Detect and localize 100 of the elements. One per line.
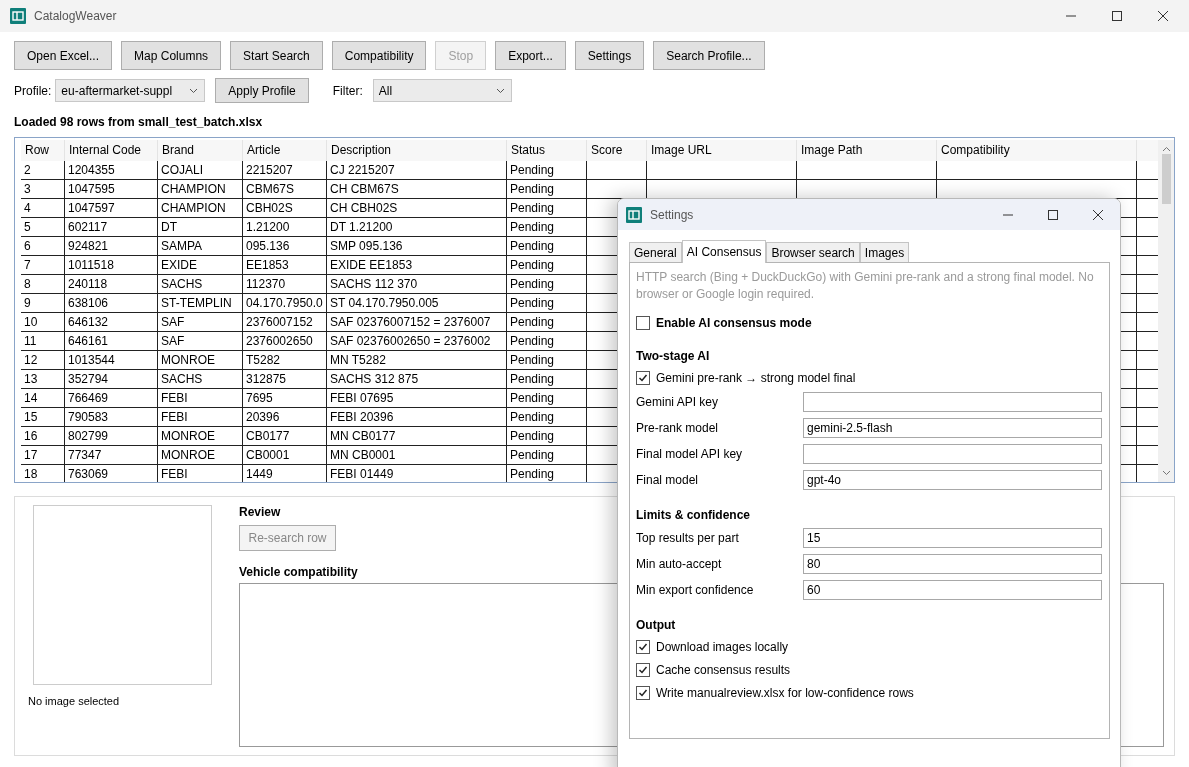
table-cell: 352794	[65, 370, 158, 388]
scroll-down-icon[interactable]	[1161, 470, 1171, 476]
table-cell: SACHS 312 875	[327, 370, 507, 388]
toolbar-button[interactable]: Start Search	[230, 41, 323, 70]
scroll-up-icon[interactable]	[1161, 146, 1171, 152]
app-icon	[10, 8, 26, 24]
table-cell: 1449	[243, 465, 327, 482]
field-label: Top results per part	[636, 531, 740, 545]
checkbox-label[interactable]: Cache consensus results	[656, 662, 791, 677]
toolbar-button[interactable]: Open Excel...	[14, 41, 113, 70]
table-cell: 10	[21, 313, 65, 331]
checkbox[interactable]	[636, 662, 650, 677]
maximize-icon[interactable]	[1047, 208, 1059, 221]
tab[interactable]: Images	[859, 242, 910, 262]
column-header[interactable]: Brand	[158, 140, 243, 161]
input-field[interactable]	[803, 444, 1102, 464]
table-cell: 7	[21, 256, 65, 274]
column-header[interactable]: Article	[243, 140, 327, 161]
column-header[interactable]: Compatibility	[937, 140, 1137, 161]
checkbox[interactable]	[636, 685, 650, 700]
field-label: Min auto-accept	[636, 557, 723, 571]
toolbar-button[interactable]: Search Profile...	[653, 41, 765, 70]
caret-icon	[495, 87, 505, 94]
scroll-thumb[interactable]	[1161, 154, 1171, 204]
app-icon	[626, 206, 642, 223]
table-cell: EXIDE	[158, 256, 243, 274]
column-header[interactable]: Score	[587, 140, 647, 161]
tab[interactable]: AI Consensus	[681, 240, 767, 263]
compatibility-heading: Vehicle compatibility	[239, 565, 358, 579]
table-cell: 13	[21, 370, 65, 388]
table-cell: Pending	[507, 465, 587, 482]
checkbox-label[interactable]: Write manualreview.xlsx for low-confidence rows	[656, 685, 914, 700]
checkbox[interactable]	[636, 639, 650, 654]
table-cell: 1047595	[65, 180, 158, 198]
profile-dropdown[interactable]: eu-aftermarket-suppl	[55, 79, 206, 102]
description-text: HTTP search (Bing + DuckDuckGo) with Gemini pre-rank and a strong final model. No browser or Google login required.	[636, 269, 1095, 303]
table-cell: 12	[21, 351, 65, 369]
table-cell: 924821	[65, 237, 158, 255]
maximize-icon[interactable]	[1111, 10, 1123, 22]
table-cell: MN CB0177	[327, 427, 507, 445]
column-header[interactable]: Image URL	[647, 140, 797, 161]
table-cell: SACHS	[158, 370, 243, 388]
column-header[interactable]: Status	[507, 140, 587, 161]
table-cell: 11	[21, 332, 65, 350]
table-cell: CH CBM67S	[327, 180, 507, 198]
table-cell: 5	[21, 218, 65, 236]
review-heading: Review	[239, 505, 281, 519]
checkbox[interactable]	[636, 315, 650, 330]
table-cell: 802799	[65, 427, 158, 445]
table-cell: T5282	[243, 351, 327, 369]
close-icon[interactable]	[1092, 208, 1104, 221]
table-cell: 4	[21, 199, 65, 217]
table-cell: 766469	[65, 389, 158, 407]
input-field[interactable]: 15	[803, 528, 1102, 548]
input-field[interactable]: 60	[803, 580, 1102, 600]
tab[interactable]: General	[629, 242, 682, 262]
table-cell: 312875	[243, 370, 327, 388]
scrollbar[interactable]	[1158, 140, 1174, 482]
toolbar-button[interactable]: Settings	[574, 41, 645, 70]
table-cell: CHAMPION	[158, 180, 243, 198]
table-cell: FEBI	[158, 465, 243, 482]
table-cell: DT	[158, 218, 243, 236]
table-cell: MONROE	[158, 351, 243, 369]
column-header[interactable]: Row	[21, 140, 65, 161]
table-cell: 2376002650	[243, 332, 327, 350]
table-cell: 602117	[65, 218, 158, 236]
table-cell: DT 1.21200	[327, 218, 507, 236]
table-cell: FEBI	[158, 389, 243, 407]
toolbar-button[interactable]: Compatibility	[331, 41, 427, 70]
field-label: Gemini API key	[636, 395, 720, 409]
filter-label: Filter:	[332, 83, 363, 98]
toolbar-button[interactable]: Export...	[495, 41, 566, 70]
table-cell: Pending	[507, 180, 587, 198]
table-cell: 240118	[65, 275, 158, 293]
apply-profile-button[interactable]: Apply Profile	[215, 78, 309, 103]
table-cell: Pending	[507, 237, 587, 255]
table-cell: 14	[21, 389, 65, 407]
toolbar-button[interactable]: Map Columns	[121, 41, 222, 70]
input-field[interactable]: gemini-2.5-flash	[803, 418, 1102, 438]
table-cell: SAMPA	[158, 237, 243, 255]
input-field[interactable]: 80	[803, 554, 1102, 574]
input-field[interactable]	[803, 392, 1102, 412]
table-cell: 04.170.7950.0	[243, 294, 327, 312]
column-header[interactable]: Description	[327, 140, 507, 161]
status-text: Loaded 98 rows from small_test_batch.xlsx	[14, 115, 264, 129]
column-header[interactable]: Image Path	[797, 140, 937, 161]
column-header[interactable]: Internal Code	[65, 140, 158, 161]
close-icon[interactable]	[1157, 10, 1169, 22]
table-cell: SACHS 112 370	[327, 275, 507, 293]
table-cell: COJALI	[158, 161, 243, 179]
checkbox[interactable]	[636, 370, 650, 385]
checkbox-label[interactable]: Enable AI consensus mode	[656, 315, 812, 330]
checkbox-label[interactable]: Gemini pre-rank → strong model final	[656, 370, 856, 385]
tab[interactable]: Browser search	[766, 242, 860, 262]
checkbox-label[interactable]: Download images locally	[656, 639, 789, 654]
table-cell: 77347	[65, 446, 158, 464]
table-cell: 790583	[65, 408, 158, 426]
filter-dropdown[interactable]: All	[372, 79, 512, 102]
table-cell: Pending	[507, 408, 587, 426]
input-field[interactable]: gpt-4o	[803, 470, 1102, 490]
